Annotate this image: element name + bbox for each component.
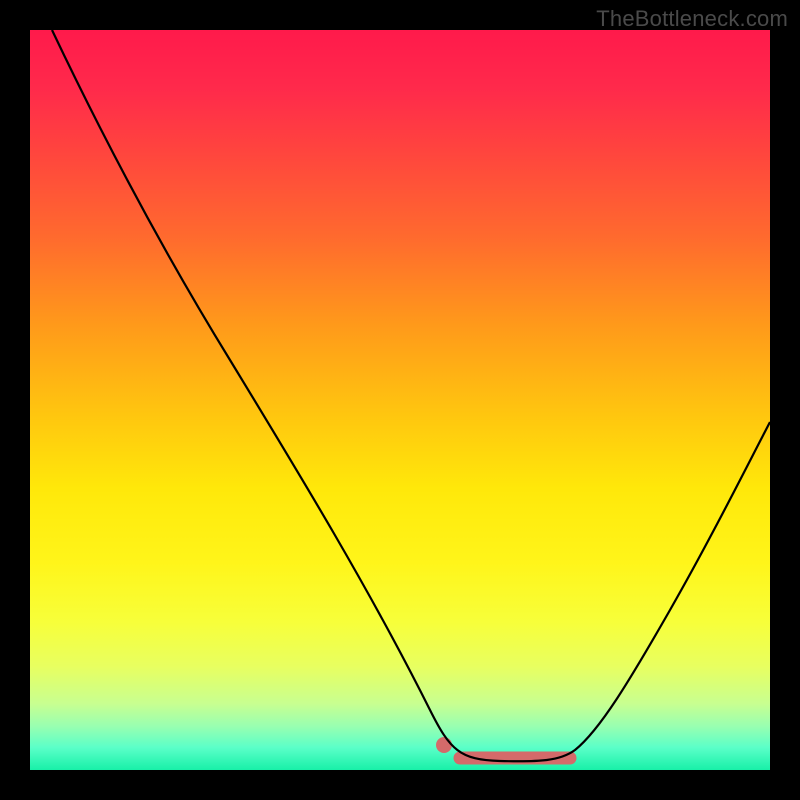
plot-area: [30, 30, 770, 770]
watermark-text: TheBottleneck.com: [596, 6, 788, 32]
optimal-range-marker: [436, 737, 570, 758]
bottleneck-curve: [52, 30, 770, 761]
chart-frame: TheBottleneck.com: [0, 0, 800, 800]
optimal-range-start-dot: [436, 737, 452, 753]
chart-svg: [30, 30, 770, 770]
